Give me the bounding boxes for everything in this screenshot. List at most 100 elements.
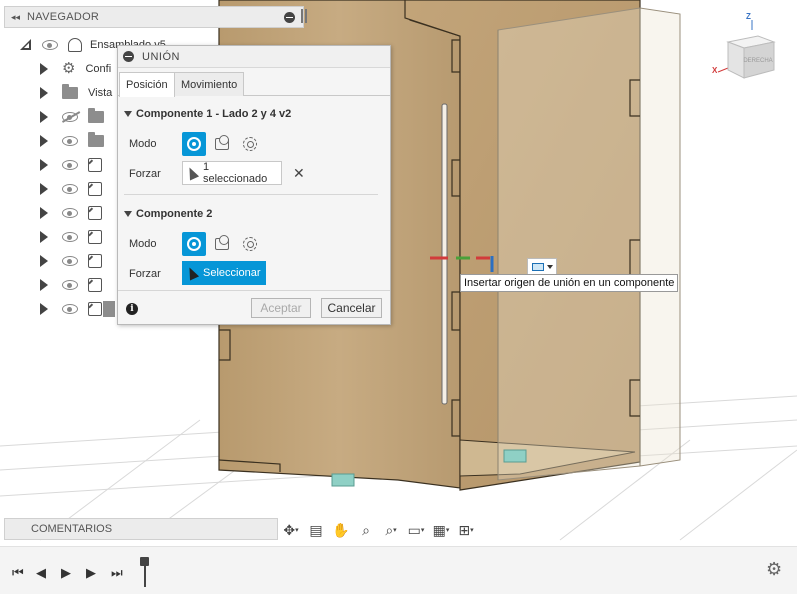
snap-mode-button-2[interactable] [182, 232, 206, 256]
section-divider [124, 194, 378, 195]
cancel-button[interactable]: Cancelar [321, 298, 382, 318]
tree-row-component[interactable] [20, 202, 102, 224]
tooltip: Insertar origen de unión en un component… [460, 274, 679, 292]
tab-position[interactable]: Posición [119, 72, 175, 97]
pan-icon[interactable]: ✋ [330, 519, 352, 541]
component1-heading: Componente 1 - Lado 2 y 4 v2 [136, 108, 292, 120]
collapsed-arrow-icon[interactable] [40, 183, 48, 195]
tree-row-named-views[interactable]: Vista [20, 82, 112, 104]
collapsed-arrow-icon[interactable] [40, 303, 48, 315]
folder-icon [88, 132, 104, 147]
timeline-settings-icon[interactable]: ⚙ [766, 559, 782, 580]
component2-select-button[interactable]: Seleccionar [182, 261, 266, 285]
dialog-tabs: Posición Movimiento [118, 72, 390, 97]
tree-row-component[interactable] [20, 226, 102, 248]
x-axis-label: X [712, 66, 718, 75]
pointer-arrow-icon [184, 165, 200, 181]
folder-icon [62, 84, 78, 99]
tree-row-component[interactable] [20, 154, 102, 176]
tree-row-folder[interactable] [20, 130, 104, 152]
collapsed-arrow-icon[interactable] [40, 231, 48, 243]
component2-heading: Componente 2 [136, 208, 213, 220]
collapsed-arrow-icon[interactable] [40, 135, 48, 147]
component1-header[interactable]: Componente 1 - Lado 2 y 4 v2 [124, 108, 291, 120]
snap-point-icon [187, 137, 201, 151]
between-two-faces-button-2[interactable] [210, 232, 234, 256]
tab-motion[interactable]: Movimiento [174, 72, 245, 96]
minimize-navigator-icon[interactable] [284, 12, 295, 23]
component-icon [88, 278, 102, 292]
timeline-bar: ⏮ ◀ ▶ ▶ ⏭ [0, 546, 797, 594]
pointer-arrow-icon [184, 265, 200, 281]
timeline-marker[interactable] [140, 557, 149, 587]
comments-panel[interactable]: COMENTARIOS [4, 518, 278, 540]
clear-selection-icon[interactable]: ✕ [293, 165, 305, 182]
step-back-icon[interactable]: ◀ [36, 565, 46, 581]
component2-selection-text: Seleccionar [203, 267, 261, 279]
play-icon[interactable]: ▶ [61, 565, 71, 581]
two-edge-intersection-button[interactable] [238, 132, 262, 156]
collapse-dialog-icon[interactable] [123, 51, 134, 62]
tree-row-component-selected[interactable] [20, 298, 115, 320]
visibility-eye-icon[interactable] [62, 232, 78, 242]
visibility-eye-icon[interactable] [42, 40, 58, 50]
step-forward-icon[interactable]: ▶ [86, 565, 96, 581]
visibility-eye-icon[interactable] [62, 304, 78, 314]
collapsed-arrow-icon[interactable] [40, 279, 48, 291]
ok-button[interactable]: Aceptar [251, 298, 311, 318]
two-edge-intersection-button-2[interactable] [238, 232, 262, 256]
info-icon[interactable]: i [126, 303, 138, 315]
component2-header[interactable]: Componente 2 [124, 208, 212, 220]
collapsed-arrow-icon[interactable] [40, 159, 48, 171]
orbit-icon[interactable]: ✥ ▾ [280, 519, 302, 541]
tree-label-settings: Confi [85, 63, 112, 75]
tree-row-folder-hidden[interactable] [20, 106, 104, 128]
navigator-header[interactable]: ◂◂ NAVEGADOR [4, 6, 307, 28]
tree-row-settings[interactable]: ⚙ Confi [20, 58, 111, 80]
tree-row-component[interactable] [20, 250, 102, 272]
go-to-end-icon[interactable]: ⏭ [111, 565, 123, 581]
collapsed-arrow-icon[interactable] [40, 111, 48, 123]
z-axis-label: Z [746, 12, 751, 21]
between-two-faces-button[interactable] [210, 132, 234, 156]
collapsed-arrow-icon[interactable] [40, 207, 48, 219]
component-icon [88, 206, 102, 220]
grid-icon[interactable]: ▦ ▾ [430, 519, 452, 541]
section-expanded-icon[interactable] [124, 211, 132, 217]
go-to-start-icon[interactable]: ⏮ [12, 565, 24, 581]
tree-row-component[interactable] [20, 274, 102, 296]
section-expanded-icon[interactable] [124, 111, 132, 117]
view-cube-face-label: DERECHA [743, 58, 772, 64]
gear-icon: ⚙ [62, 60, 76, 77]
display-settings-icon[interactable]: ▭ ▾ [405, 519, 427, 541]
visibility-eye-icon[interactable] [62, 184, 78, 194]
zoom-icon[interactable]: ⌕ [355, 519, 377, 541]
join-dialog: UNIÓN Posición Movimiento Componente 1 -… [117, 45, 391, 325]
component-icon [88, 182, 102, 196]
collapsed-arrow-icon[interactable] [40, 255, 48, 267]
chevron-down-icon [546, 265, 553, 269]
viewports-icon[interactable]: ⊞ ▾ [455, 519, 477, 541]
tree-label-views: Vista [88, 87, 113, 99]
visibility-eye-icon[interactable] [62, 280, 78, 290]
expanded-arrow-icon[interactable] [20, 39, 32, 51]
look-at-icon[interactable]: ▤ [305, 519, 327, 541]
fit-icon[interactable]: ⌕ ▾ [380, 519, 402, 541]
view-cube-drawing: DERECHA [717, 20, 776, 79]
visibility-eye-icon[interactable] [62, 136, 78, 146]
component-icon [88, 254, 102, 268]
dialog-title-bar[interactable]: UNIÓN [118, 46, 390, 68]
tree-row-component[interactable] [20, 178, 102, 200]
visibility-eye-icon[interactable] [62, 256, 78, 266]
snap-mode-button[interactable] [182, 132, 206, 156]
component1-selection[interactable]: 1 seleccionado [182, 161, 282, 185]
component-icon [88, 302, 102, 316]
collapsed-arrow-icon[interactable] [40, 63, 48, 75]
view-cube[interactable]: DERECHA Z X [712, 12, 790, 86]
hidden-eye-icon[interactable] [62, 112, 78, 122]
collapse-browser-icon[interactable]: ◂◂ [11, 12, 27, 23]
pin-icon[interactable] [301, 9, 307, 23]
collapsed-arrow-icon[interactable] [40, 87, 48, 99]
visibility-eye-icon[interactable] [62, 160, 78, 170]
visibility-eye-icon[interactable] [62, 208, 78, 218]
